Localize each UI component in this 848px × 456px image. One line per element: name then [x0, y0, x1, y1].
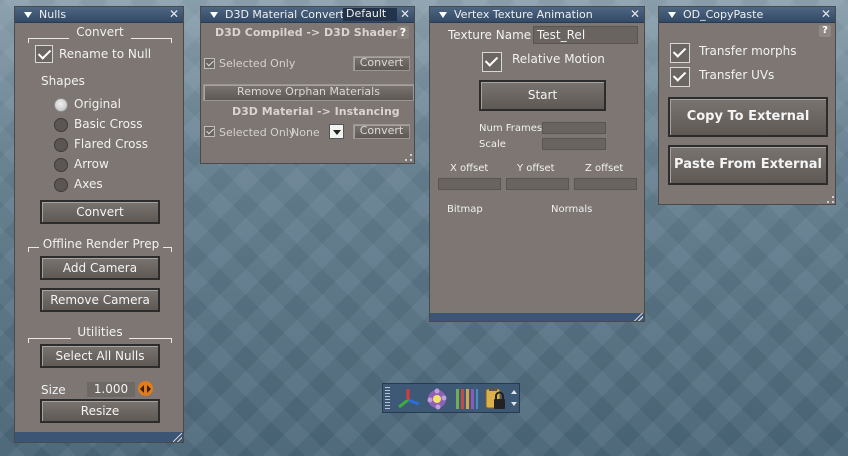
add-camera-button[interactable]: Add Camera	[40, 256, 160, 280]
panel-title: D3D Material Converter	[225, 8, 356, 21]
group-label-offline-render: Offline Render Prep	[39, 237, 163, 251]
transfer-uvs-checkbox[interactable]	[670, 67, 690, 87]
preset-dropdown[interactable]: Default	[343, 8, 397, 21]
remove-orphan-materials-button[interactable]: Remove Orphan Materials	[203, 84, 414, 101]
panel-footer	[430, 313, 644, 321]
relative-motion-checkbox[interactable]	[482, 52, 502, 72]
scale-input[interactable]	[542, 138, 606, 150]
collapse-triangle-icon[interactable]	[24, 12, 32, 18]
shape-radio-basic-cross[interactable]	[54, 118, 68, 132]
selected-only-label-2: Selected Only	[219, 126, 296, 139]
transfer-uvs-label: Transfer UVs	[699, 68, 775, 82]
texture-name-label: Texture Name	[448, 28, 532, 42]
selected-only-checkbox-2[interactable]	[204, 126, 215, 137]
size-stepper-icon[interactable]	[138, 381, 153, 396]
group-label-utilities: Utilities	[71, 325, 129, 339]
chevron-down-icon[interactable]	[329, 124, 344, 139]
scale-label: Scale	[479, 139, 506, 150]
section-heading-compiled-to-shader: D3D Compiled -> D3D Shader	[215, 26, 398, 39]
panel-footer	[15, 432, 183, 442]
resize-button[interactable]: Resize	[40, 399, 160, 423]
y-offset-label: Y offset	[517, 163, 555, 174]
shape-radio-axes[interactable]	[54, 178, 68, 192]
rename-to-null-label: Rename to Null	[59, 47, 152, 61]
shape-label-original: Original	[74, 97, 121, 111]
resize-grip-icon[interactable]	[634, 313, 643, 321]
paste-from-external-button[interactable]: Paste From External	[668, 145, 828, 185]
clipboard-lock-icon[interactable]	[483, 386, 507, 412]
transfer-morphs-label: Transfer morphs	[699, 44, 797, 58]
panel-title: Nulls	[39, 8, 67, 21]
close-icon[interactable]: ✕	[400, 7, 410, 22]
selected-only-checkbox-1[interactable]	[204, 58, 215, 69]
close-icon[interactable]: ✕	[821, 7, 831, 22]
shapes-label: Shapes	[41, 74, 85, 88]
size-label: Size	[41, 383, 66, 397]
shape-label-basic-cross: Basic Cross	[74, 117, 143, 131]
nulls-titlebar[interactable]: Nulls ✕	[15, 7, 183, 23]
panel-title: Vertex Texture Animation	[454, 8, 593, 21]
axes-icon[interactable]	[396, 386, 422, 412]
z-offset-input[interactable]	[574, 178, 637, 190]
shape-radio-flared-cross[interactable]	[54, 138, 68, 152]
d3d-material-converter-panel: D3D Material Converter Default ✕ D3D Com…	[200, 6, 415, 164]
normals-label: Normals	[551, 204, 593, 215]
close-icon[interactable]: ✕	[630, 7, 640, 22]
collapse-triangle-icon[interactable]	[668, 12, 676, 18]
bitmap-label: Bitmap	[447, 204, 483, 215]
group-label-convert: Convert	[69, 25, 131, 39]
vta-titlebar[interactable]: Vertex Texture Animation ✕	[430, 7, 644, 23]
copy-to-external-button[interactable]: Copy To External	[668, 97, 828, 137]
shape-label-axes: Axes	[74, 177, 103, 191]
relative-motion-label: Relative Motion	[512, 52, 605, 66]
y-offset-input[interactable]	[506, 178, 569, 190]
help-icon[interactable]: ?	[397, 26, 409, 39]
start-button[interactable]: Start	[479, 80, 606, 111]
z-offset-label: Z offset	[585, 163, 624, 174]
resize-grip-icon[interactable]	[173, 433, 182, 442]
resize-grip-icon[interactable]	[827, 196, 834, 203]
floating-toolbar	[382, 383, 520, 413]
shape-label-flared-cross: Flared Cross	[74, 137, 148, 151]
rename-to-null-checkbox[interactable]	[35, 45, 53, 63]
convert-button-2[interactable]: Convert	[353, 124, 410, 139]
collapse-triangle-icon[interactable]	[210, 12, 218, 18]
shape-label-arrow: Arrow	[74, 157, 109, 171]
convert-button[interactable]: Convert	[40, 200, 160, 224]
shape-radio-original[interactable]	[54, 98, 68, 112]
grip-icon[interactable]	[385, 387, 390, 411]
selected-only-label-1: Selected Only	[219, 57, 296, 70]
remove-camera-button[interactable]: Remove Camera	[40, 288, 160, 312]
instancing-dropdown[interactable]: None	[291, 126, 320, 139]
transfer-morphs-checkbox[interactable]	[670, 43, 690, 63]
bars-icon[interactable]	[455, 387, 479, 411]
resize-grip-icon[interactable]	[405, 154, 412, 161]
texture-name-input[interactable]: Test_Rel	[533, 26, 638, 44]
nulls-panel: Nulls ✕ Convert Rename to Null Shapes Or…	[14, 6, 184, 443]
x-offset-label: X offset	[450, 163, 489, 174]
close-icon[interactable]: ✕	[169, 7, 179, 22]
section-heading-material-to-instancing: D3D Material -> Instancing	[232, 105, 400, 118]
collapse-triangle-icon[interactable]	[439, 12, 447, 18]
num-frames-label: Num Frames	[479, 123, 543, 134]
copypaste-titlebar[interactable]: OD_CopyPaste ✕	[659, 7, 835, 23]
num-frames-input[interactable]	[542, 122, 606, 134]
select-all-nulls-button[interactable]: Select All Nulls	[40, 344, 160, 368]
gear-flower-icon[interactable]	[424, 386, 450, 412]
vertex-texture-animation-panel: Vertex Texture Animation ✕ Texture Name …	[429, 6, 645, 322]
size-input[interactable]: 1.000	[86, 381, 136, 398]
shape-radio-arrow[interactable]	[54, 158, 68, 172]
menu-arrows-icon[interactable]	[511, 388, 519, 410]
panel-title: OD_CopyPaste	[683, 8, 764, 21]
od-copypaste-panel: OD_CopyPaste ✕ ? Transfer morphs Transfe…	[658, 6, 836, 205]
x-offset-input[interactable]	[438, 178, 501, 190]
d3d-titlebar[interactable]: D3D Material Converter Default ✕	[201, 7, 414, 23]
convert-button-1[interactable]: Convert	[353, 56, 410, 71]
help-icon[interactable]: ?	[819, 25, 831, 37]
